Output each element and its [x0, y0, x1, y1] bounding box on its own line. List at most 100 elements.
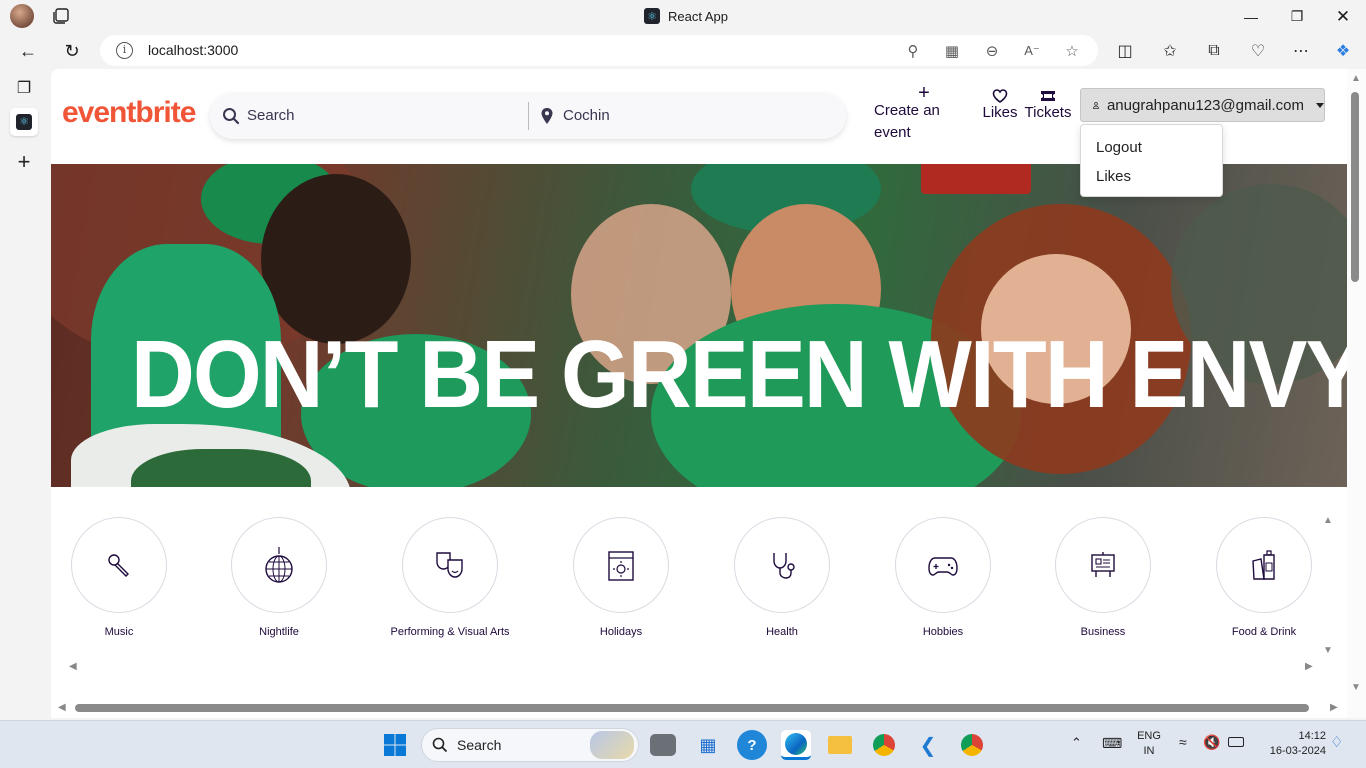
category-music[interactable]: Music [51, 517, 204, 638]
chrome-profile-icon[interactable] [957, 730, 987, 760]
profile-avatar[interactable] [10, 4, 34, 28]
search-highlight-icon [590, 731, 634, 759]
address-bar-row: ← ↻ i localhost:3000 ⚲ ▦ ⊖ A⁻ ☆ ◫ ✩ ⧉ ♡ … [0, 33, 1366, 69]
category-holidays[interactable]: Holidays [536, 517, 706, 638]
zoom-out-icon[interactable]: ⊖ [982, 41, 1002, 61]
microphone-icon [108, 554, 129, 577]
categories-horizontal-scrollbar[interactable]: ◀ ▶ [65, 659, 1335, 675]
ticket-icon [1041, 91, 1055, 101]
page-scroll-up-arrow[interactable]: ▲ [1351, 73, 1361, 84]
dropdown-item-logout[interactable]: Logout [1096, 139, 1142, 156]
edge-taskbar-icon[interactable] [781, 730, 811, 760]
category-food-drink[interactable]: Food & Drink [1179, 517, 1349, 638]
happy-hour-sign-shape [921, 164, 1031, 194]
vertical-tabs-sidebar: ❐ ⚛ + [0, 69, 48, 720]
category-performing-visual-arts[interactable]: Performing & Visual Arts [365, 517, 535, 638]
tickets-link[interactable]: Tickets [1024, 88, 1072, 121]
show-hidden-icons-chevron-icon[interactable]: ⌃ [1071, 735, 1082, 751]
battery-icon[interactable] [1228, 737, 1244, 747]
get-help-icon[interactable]: ? [737, 730, 767, 760]
new-tab-icon[interactable]: + [10, 148, 38, 176]
category-icon-circle [402, 517, 498, 613]
clock-date: 16-03-2024 [1269, 745, 1326, 757]
site-header: eventbrite Search Cochin + Create an eve… [51, 69, 1347, 197]
search-input[interactable]: Search [247, 107, 295, 124]
restore-button[interactable]: ❐ [1274, 0, 1320, 33]
minimize-button[interactable]: — [1228, 0, 1274, 33]
hero-banner[interactable]: DON’T BE GREEN WITH ENVY [51, 164, 1347, 487]
refresh-button[interactable]: ↻ [58, 37, 86, 65]
category-icon-circle [1055, 517, 1151, 613]
active-tab-react-icon[interactable]: ⚛ [10, 108, 38, 136]
categories-strip: Music Nightlife Performing & Visual Arts… [51, 487, 1347, 680]
tab-title: React App [668, 8, 728, 24]
volume-muted-icon[interactable]: 🔇 [1203, 734, 1220, 751]
category-scroll-up-arrow[interactable]: ▲ [1323, 515, 1333, 526]
close-window-button[interactable]: ✕ [1320, 0, 1366, 33]
more-menu-icon[interactable]: ⋯ [1288, 38, 1314, 64]
language-indicator[interactable]: ENG IN [1134, 729, 1164, 759]
page-scroll-left-arrow[interactable]: ◀ [58, 702, 66, 713]
category-icon-circle [231, 517, 327, 613]
likes-link[interactable]: Likes [982, 88, 1018, 121]
clock[interactable]: 14:12 16-03-2024 [1258, 729, 1326, 759]
windows-start-icon[interactable] [380, 730, 410, 760]
dropdown-item-likes[interactable]: Likes [1096, 168, 1131, 185]
apps-icon[interactable]: ▦ [942, 41, 962, 61]
favorite-star-icon[interactable]: ☆ [1062, 41, 1082, 61]
category-label: Performing & Visual Arts [390, 626, 510, 638]
vscode-icon[interactable]: ❮ [913, 730, 943, 760]
eventbrite-logo[interactable]: eventbrite [62, 96, 196, 130]
tab-actions-icon[interactable]: ❐ [10, 74, 38, 102]
page-scroll-right-arrow[interactable]: ▶ [1330, 702, 1338, 713]
calendar-sun-icon [608, 551, 634, 581]
page-scroll-down-arrow[interactable]: ▼ [1351, 682, 1361, 693]
microsoft-store-icon[interactable]: ▦ [693, 730, 723, 760]
page-horizontal-scrollbar[interactable]: ◀ ▶ [51, 699, 1347, 716]
language-code: ENG [1137, 730, 1161, 742]
file-explorer-icon[interactable] [825, 730, 855, 760]
location-pin-icon [541, 108, 553, 124]
gamepad-icon [928, 557, 958, 576]
scroll-right-arrow[interactable]: ▶ [1305, 661, 1313, 672]
browser-essentials-icon[interactable]: ♡ [1245, 38, 1271, 64]
wifi-icon[interactable]: ≈ [1179, 734, 1187, 750]
category-health[interactable]: Health [697, 517, 867, 638]
site-info-icon[interactable]: i [116, 42, 133, 59]
key-icon[interactable]: ⚲ [903, 41, 923, 61]
page-vertical-scrollbar[interactable]: ▲ ▼ [1347, 69, 1366, 718]
category-hobbies[interactable]: Hobbies [858, 517, 1028, 638]
split-screen-icon[interactable]: ◫ [1112, 38, 1138, 64]
location-input[interactable]: Cochin [563, 107, 610, 124]
user-account-dropdown-button[interactable]: anugrahpanu123@gmail.com [1080, 88, 1325, 122]
scroll-left-arrow[interactable]: ◀ [69, 661, 77, 672]
category-label: Holidays [599, 626, 643, 638]
address-bar[interactable]: i localhost:3000 ⚲ ▦ ⊖ A⁻ ☆ [100, 35, 1098, 66]
drinks-icon [1252, 550, 1275, 580]
category-business[interactable]: Business [1018, 517, 1188, 638]
task-view-icon[interactable] [650, 734, 676, 756]
page-scrollbar-thumb[interactable] [75, 704, 1309, 712]
read-aloud-icon[interactable]: A⁻ [1022, 41, 1042, 61]
category-scroll-down-arrow[interactable]: ▼ [1323, 645, 1333, 656]
collections-icon[interactable]: ⧉ [1201, 38, 1227, 64]
category-nightlife[interactable]: Nightlife [194, 517, 364, 638]
back-button[interactable]: ← [14, 37, 42, 65]
keyboard-icon[interactable]: ⌨ [1102, 735, 1122, 752]
category-icon-circle [1216, 517, 1312, 613]
workspaces-icon[interactable] [52, 7, 70, 25]
create-event-link[interactable]: + Create an event [874, 83, 954, 144]
category-label: Food & Drink [1231, 626, 1297, 638]
stethoscope-icon [773, 553, 795, 579]
heart-icon [992, 89, 1008, 103]
notification-bell-icon[interactable]: ♢ [1330, 733, 1343, 751]
favorites-icon[interactable]: ✩ [1157, 38, 1183, 64]
taskbar-search-box[interactable]: Search [421, 728, 639, 762]
copilot-icon[interactable]: ❖ [1330, 38, 1356, 64]
category-icon-circle [573, 517, 669, 613]
url-text[interactable]: localhost:3000 [148, 42, 238, 58]
windows-taskbar: Search ▦ ? ❮ ⌃ ⌨ ENG IN ≈ 🔇 14:12 16-03-… [0, 720, 1366, 768]
vertical-scrollbar-thumb[interactable] [1351, 92, 1359, 282]
category-label: Health [766, 626, 798, 638]
chrome-icon[interactable] [869, 730, 899, 760]
